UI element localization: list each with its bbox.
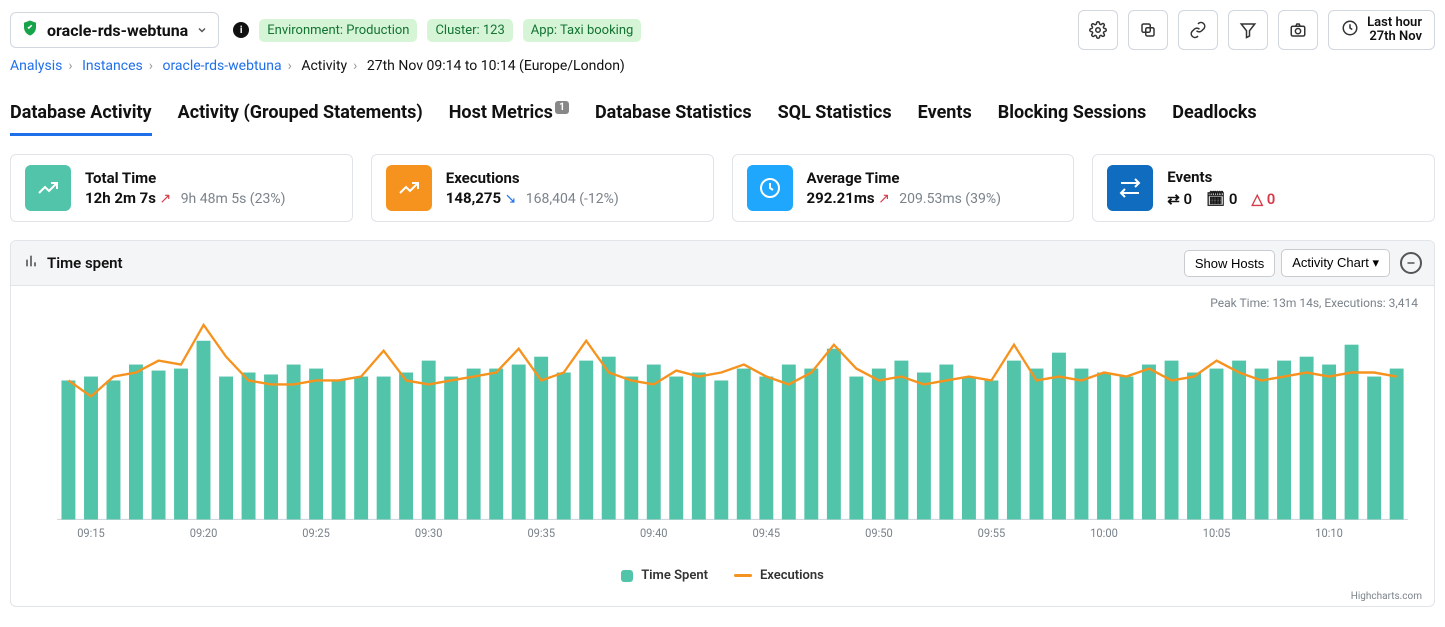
svg-text:09:40: 09:40: [640, 525, 668, 540]
svg-text:09:50: 09:50: [865, 525, 893, 540]
card-executions: Executions 148,275 ↘ 168,404 (-12%): [371, 154, 714, 222]
card-secondary: 209.53ms (39%): [899, 191, 1001, 207]
instance-selector[interactable]: oracle-rds-webtuna: [10, 12, 219, 48]
time-range-top: Last hour: [1367, 16, 1422, 30]
settings-button[interactable]: [1078, 10, 1118, 50]
tab-activity-grouped[interactable]: Activity (Grouped Statements): [178, 96, 423, 136]
crumb-instance[interactable]: oracle-rds-webtuna: [162, 58, 281, 74]
time-range-bottom: 27th Nov: [1369, 30, 1422, 44]
bar-chart-icon: [23, 253, 39, 273]
instance-name: oracle-rds-webtuna: [47, 21, 188, 40]
crumb-instances[interactable]: Instances: [82, 58, 143, 74]
trend-up-icon: ↗: [159, 191, 171, 207]
time-range-selector[interactable]: Last hour 27th Nov: [1328, 10, 1435, 50]
filter-button[interactable]: [1228, 10, 1268, 50]
card-avg-time: Average Time 292.21ms ↗ 209.53ms (39%): [732, 154, 1075, 222]
tab-badge: 1: [555, 101, 569, 114]
caret-down-icon: ▾: [1372, 255, 1379, 270]
chart-up-icon: [25, 165, 71, 211]
tab-events[interactable]: Events: [918, 96, 972, 136]
tab-sql-stats[interactable]: SQL Statistics: [778, 96, 892, 136]
camera-button[interactable]: [1278, 10, 1318, 50]
swap-icon: [1107, 165, 1153, 211]
card-title: Total Time: [85, 169, 285, 187]
clock-icon: [747, 165, 793, 211]
clock-icon: [1341, 19, 1359, 41]
svg-text:09:30: 09:30: [415, 525, 443, 540]
events-calendar: 🗓 0: [1206, 190, 1237, 208]
card-title: Events: [1167, 168, 1275, 186]
legend-executions[interactable]: Executions: [734, 568, 824, 583]
svg-text:10:10: 10:10: [1315, 525, 1343, 540]
copy-button[interactable]: [1128, 10, 1168, 50]
card-secondary: 168,404 (-12%): [526, 191, 619, 207]
app-pill: App: Taxi booking: [523, 19, 642, 42]
panel-title: Time spent: [47, 254, 123, 272]
info-icon[interactable]: i: [233, 22, 249, 38]
link-button[interactable]: [1178, 10, 1218, 50]
card-total-time: Total Time 12h 2m 7s ↗ 9h 48m 5s (23%): [10, 154, 353, 222]
env-pill: Environment: Production: [259, 19, 417, 42]
tab-db-stats[interactable]: Database Statistics: [595, 96, 752, 136]
card-secondary: 9h 48m 5s (23%): [181, 191, 286, 207]
shield-icon: [21, 19, 39, 41]
chart-legend: Time Spent Executions: [11, 564, 1434, 591]
crumb-time: 27th Nov 09:14 to 10:14 (Europe/London): [367, 58, 625, 74]
events-warn: △ 0: [1251, 190, 1275, 208]
card-value: 148,275: [446, 189, 501, 207]
svg-text:09:25: 09:25: [302, 525, 330, 540]
events-swap: ⇄ 0: [1167, 190, 1192, 208]
chart-credit: Highcharts.com: [11, 591, 1434, 606]
svg-text:10:05: 10:05: [1203, 525, 1231, 540]
svg-text:09:15: 09:15: [77, 525, 105, 540]
tab-deadlocks[interactable]: Deadlocks: [1172, 96, 1256, 136]
time-spent-panel: Time spent Show Hosts Activity Chart ▾ P…: [10, 240, 1435, 607]
chart-up-icon: [386, 165, 432, 211]
tab-database-activity[interactable]: Database Activity: [10, 96, 152, 136]
tab-blocking[interactable]: Blocking Sessions: [998, 96, 1147, 136]
cluster-pill: Cluster: 123: [427, 19, 512, 42]
legend-time-spent[interactable]: Time Spent: [621, 568, 708, 583]
card-title: Average Time: [807, 169, 1001, 187]
collapse-button[interactable]: [1400, 252, 1422, 274]
card-value: 292.21ms: [807, 189, 875, 207]
svg-text:10:00: 10:00: [1090, 525, 1118, 540]
card-events: Events ⇄ 0 🗓 0 △ 0: [1092, 154, 1435, 222]
breadcrumb: Analysis› Instances› oracle-rds-webtuna›…: [10, 58, 1435, 74]
tabs: Database Activity Activity (Grouped Stat…: [10, 96, 1435, 136]
chevron-down-icon: [196, 21, 208, 40]
crumb-activity: Activity: [301, 58, 347, 74]
crumb-analysis[interactable]: Analysis: [10, 58, 62, 74]
card-value: 12h 2m 7s: [85, 189, 156, 207]
tab-host-metrics[interactable]: Host Metrics1: [449, 96, 569, 136]
time-spent-chart: 09:15 09:20 09:25 09:30 09:35 09:40 09:45 09:50…: [27, 310, 1418, 550]
peak-text: Peak Time: 13m 14s, Executions: 3,414: [11, 286, 1434, 310]
trend-down-icon: ↘: [505, 191, 517, 207]
show-hosts-button[interactable]: Show Hosts: [1184, 250, 1275, 277]
svg-text:09:20: 09:20: [190, 525, 218, 540]
svg-text:09:35: 09:35: [527, 525, 555, 540]
svg-text:09:45: 09:45: [753, 525, 781, 540]
trend-up-icon: ↗: [878, 191, 890, 207]
svg-text:09:55: 09:55: [978, 525, 1006, 540]
card-title: Executions: [446, 169, 619, 187]
activity-chart-dropdown[interactable]: Activity Chart ▾: [1281, 249, 1390, 277]
